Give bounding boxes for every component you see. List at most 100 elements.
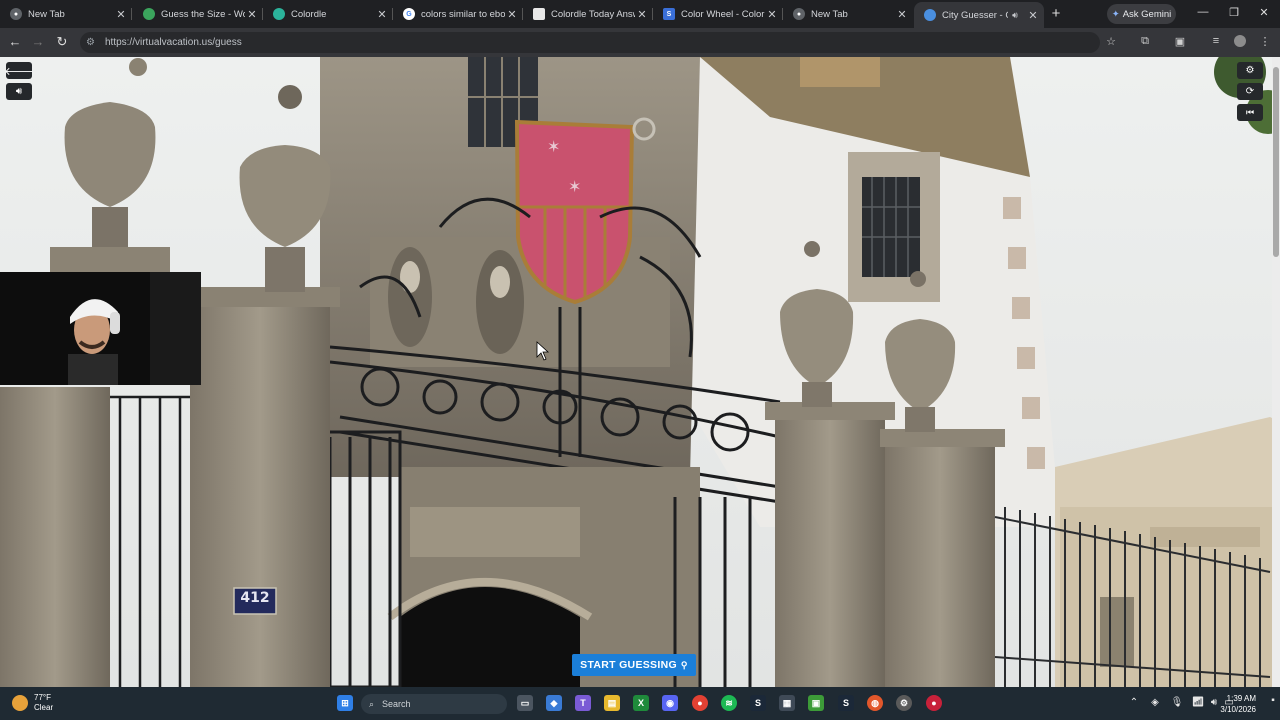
speaker-icon[interactable]: 🔊︎ xyxy=(6,83,32,100)
tab-title: Colordle xyxy=(291,8,327,20)
speaker-icon[interactable]: 🔊︎ xyxy=(1008,10,1022,21)
copilot-icon[interactable]: ◆ xyxy=(546,695,562,711)
chevron-up-icon[interactable]: ⌃ xyxy=(1127,697,1141,708)
tab-title: City Guesser - Can xyxy=(942,9,1008,21)
ask-gemini-button[interactable]: ✦ Ask Gemini xyxy=(1107,4,1176,24)
teams-icon[interactable]: T xyxy=(575,695,591,711)
settings-app-icon[interactable]: ⚙ xyxy=(896,695,912,711)
ask-gemini-label: Ask Gemini xyxy=(1122,8,1172,20)
system-clock[interactable]: 1:39 AM 3/10/2026 xyxy=(1220,693,1256,715)
map-pin-icon: ⚲ xyxy=(680,659,688,670)
scrollbar-thumb[interactable] xyxy=(1273,67,1279,257)
steam-icon[interactable]: S xyxy=(750,695,766,711)
svg-text:✶: ✶ xyxy=(547,137,560,156)
reading-list-icon[interactable]: ≡ xyxy=(1208,35,1224,47)
reload-icon[interactable]: ↻ xyxy=(53,34,71,50)
site-info-icon[interactable]: ⚙ xyxy=(86,37,95,48)
minimize-icon[interactable]: — xyxy=(1195,6,1211,18)
record-app-icon[interactable]: ● xyxy=(926,695,942,711)
tab-colordle[interactable]: Colordle ✕ xyxy=(263,2,393,26)
wifi-icon[interactable]: 📶︎ xyxy=(1191,697,1205,708)
steam-icon-2[interactable]: S xyxy=(838,695,854,711)
url-bar[interactable]: ⚙ https://virtualvacation.us/guess xyxy=(80,32,1100,53)
page-icon xyxy=(533,8,545,20)
search-icon: ⌕ xyxy=(369,698,375,709)
sparkle-icon: ✦ xyxy=(1111,8,1120,20)
file-explorer-icon[interactable]: ▤ xyxy=(604,695,620,711)
clock-date: 3/10/2026 xyxy=(1220,705,1256,714)
chrome-icon: ● xyxy=(793,8,805,20)
restore-icon[interactable]: ❐ xyxy=(1226,6,1242,19)
calculator-icon[interactable]: ▦ xyxy=(779,695,795,711)
browser-tab-strip: ● New Tab ✕ Guess the Size - World ✕ Col… xyxy=(0,0,1280,28)
split-view-icon[interactable]: ▣ xyxy=(1172,35,1188,48)
page-scrollbar[interactable] xyxy=(1272,57,1280,687)
chrome-icon: ● xyxy=(10,8,22,20)
tab-title: Color Wheel - Color Ca xyxy=(681,8,765,20)
weather-temp: 77°F xyxy=(34,693,51,702)
forward-arrow-icon[interactable]: → xyxy=(29,34,47,49)
tab-title: New Tab xyxy=(28,8,65,20)
tab-colors-similar[interactable]: G colors similar to ebony ✕ xyxy=(393,2,523,26)
start-guessing-label: START GUESSING xyxy=(580,659,677,671)
close-icon[interactable]: ✕ xyxy=(505,8,519,21)
webcam-overlay xyxy=(0,272,201,385)
discord-icon[interactable]: ◉ xyxy=(662,695,678,711)
xbox-icon[interactable]: X xyxy=(633,695,649,711)
url-text: https://virtualvacation.us/guess xyxy=(104,37,242,48)
close-icon[interactable]: ✕ xyxy=(635,8,649,21)
street-view-panorama[interactable]: ✶ ✶ 412 🡐 🔊︎ ⚙ ⟳ ⏮ START GUESSING ⚲ xyxy=(0,57,1280,687)
close-icon[interactable]: ✕ xyxy=(245,8,259,21)
tab-title: colors similar to ebony xyxy=(421,8,505,20)
svg-text:✶: ✶ xyxy=(568,177,581,196)
close-icon[interactable]: ✕ xyxy=(114,8,128,21)
rewind-icon[interactable]: ⏮ xyxy=(1237,104,1263,121)
task-view-icon[interactable]: ▭ xyxy=(517,695,533,711)
tab-color-wheel[interactable]: S Color Wheel - Color Ca ✕ xyxy=(653,2,783,26)
windows-taskbar: 77°F Clear ⊞ ⌕ Search ▭ ◆ T ▤ X ◉ ● ≋ S … xyxy=(0,687,1280,720)
tab-new-tab-2[interactable]: ● New Tab ✕ xyxy=(783,2,913,26)
network-app-icon[interactable]: ◈ xyxy=(1148,697,1162,708)
taskbar-search[interactable]: ⌕ Search xyxy=(361,694,507,714)
spotify-icon[interactable]: ≋ xyxy=(721,695,737,711)
refresh-icon[interactable]: ⟳ xyxy=(1237,83,1263,100)
globe-icon xyxy=(143,8,155,20)
clock-time: 1:39 AM xyxy=(1226,694,1256,703)
close-icon[interactable]: ✕ xyxy=(765,8,779,21)
minecraft-icon[interactable]: ▣ xyxy=(808,695,824,711)
close-icon[interactable]: ✕ xyxy=(1026,9,1040,22)
notification-icon[interactable]: ▪ xyxy=(1266,695,1280,706)
close-icon[interactable]: ✕ xyxy=(375,8,389,21)
moon-weather-icon xyxy=(12,695,28,711)
microphone-icon[interactable]: 🎙︎ xyxy=(1170,697,1184,708)
google-icon: G xyxy=(403,8,415,20)
tab-new-tab-1[interactable]: ● New Tab ✕ xyxy=(0,2,132,26)
address-toolbar: ← → ↻ ⚙ https://virtualvacation.us/guess… xyxy=(0,28,1280,57)
avatar[interactable] xyxy=(1232,35,1248,50)
close-icon[interactable]: ✕ xyxy=(895,8,909,21)
windows-start-icon[interactable]: ⊞ xyxy=(337,695,353,711)
new-tab-button[interactable]: + xyxy=(1049,5,1063,22)
obs-icon[interactable]: ◍ xyxy=(867,695,883,711)
weather-desc: Clear xyxy=(34,703,54,712)
tab-colordle-answer[interactable]: Colordle Today Answer ✕ xyxy=(523,2,653,26)
search-placeholder: Search xyxy=(382,699,411,709)
back-arrow-icon[interactable]: 🡐 xyxy=(4,62,34,79)
extensions-icon[interactable]: ⧉ xyxy=(1137,35,1153,48)
tab-guess-the-size[interactable]: Guess the Size - World ✕ xyxy=(133,2,263,26)
menu-kebab-icon[interactable]: ⋮ xyxy=(1257,35,1273,48)
bookmark-star-icon[interactable]: ☆ xyxy=(1103,35,1119,48)
close-window-icon[interactable]: ✕ xyxy=(1256,6,1272,19)
weather-widget[interactable]: 77°F Clear xyxy=(12,693,53,713)
colordle-icon xyxy=(273,8,285,20)
back-arrow-icon[interactable]: ← xyxy=(6,34,24,49)
tab-title: Guess the Size - World xyxy=(161,8,245,20)
s-icon: S xyxy=(663,8,675,20)
globe-icon xyxy=(924,9,936,21)
settings-icon[interactable]: ⚙ xyxy=(1237,62,1263,79)
chrome-icon[interactable]: ● xyxy=(692,695,708,711)
tab-title: New Tab xyxy=(811,8,848,20)
volume-icon[interactable]: 🔊︎ xyxy=(1207,697,1221,708)
tab-city-guesser[interactable]: City Guesser - Can 🔊︎ ✕ xyxy=(914,2,1044,28)
start-guessing-button[interactable]: START GUESSING ⚲ xyxy=(572,654,696,676)
